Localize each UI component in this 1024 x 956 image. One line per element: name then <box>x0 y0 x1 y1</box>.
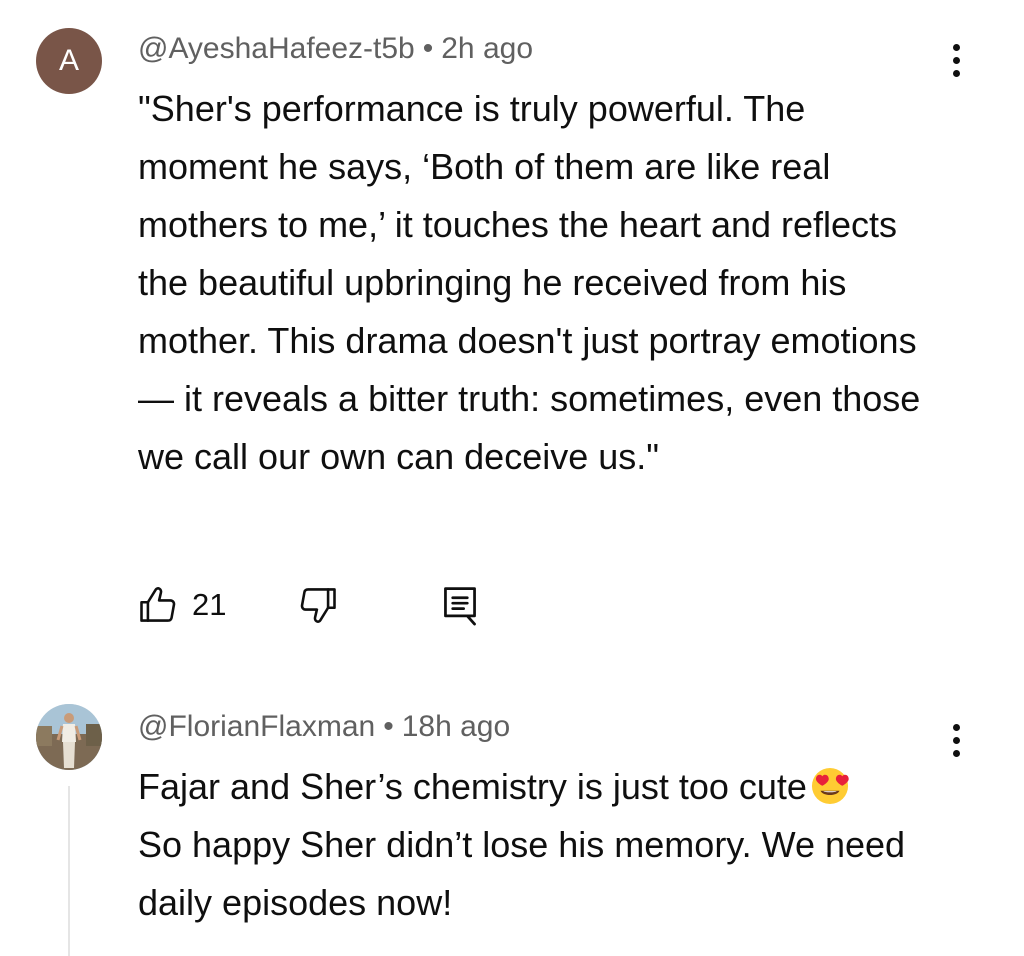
meta-separator: • <box>383 710 394 743</box>
smiling-face-with-heart-eyes-icon <box>811 767 849 805</box>
author-handle[interactable]: @FlorianFlaxman <box>138 710 375 743</box>
thread-line <box>68 786 70 956</box>
author-handle[interactable]: @AyeshaHafeez-t5b <box>138 32 415 65</box>
reply-button[interactable] <box>440 580 480 630</box>
comment-item: A @AyeshaHafeez-t5b • 2h ago "Sher's perfo… <box>0 0 1024 660</box>
avatar[interactable]: A <box>36 28 102 94</box>
timestamp: 18h ago <box>401 710 511 743</box>
like-button[interactable]: 21 <box>136 580 226 630</box>
dislike-button[interactable] <box>296 580 340 630</box>
comment-text-part-1: Fajar and Sher’s chemistry is just too c… <box>138 766 807 807</box>
comment-item: @FlorianFlaxman • 18h ago Fajar and Sher’s… <box>0 660 1024 956</box>
meta-separator: • <box>422 32 434 65</box>
more-vert-icon[interactable] <box>936 36 976 84</box>
comment-text: "Sher's performance is truly powerful. T… <box>138 88 921 477</box>
avatar[interactable] <box>36 704 102 770</box>
thumbs-down-icon <box>300 588 336 623</box>
thumbs-up-icon <box>140 587 176 622</box>
comment-meta: @FlorianFlaxman • 18h ago <box>138 710 510 744</box>
comment-text: Fajar and Sher’s chemistry is just too c… <box>138 758 938 932</box>
timestamp: 2h ago <box>441 32 534 65</box>
comment-actions: 21 <box>136 580 536 630</box>
profile-photo <box>36 704 102 770</box>
like-count: 21 <box>192 587 227 622</box>
reply-icon <box>444 587 476 626</box>
comment-text-part-2: So happy Sher didn’t lose his memory. We… <box>138 824 906 923</box>
more-vert-icon[interactable] <box>936 716 976 764</box>
comment-meta: @AyeshaHafeez-t5b • 2h ago <box>138 32 533 66</box>
